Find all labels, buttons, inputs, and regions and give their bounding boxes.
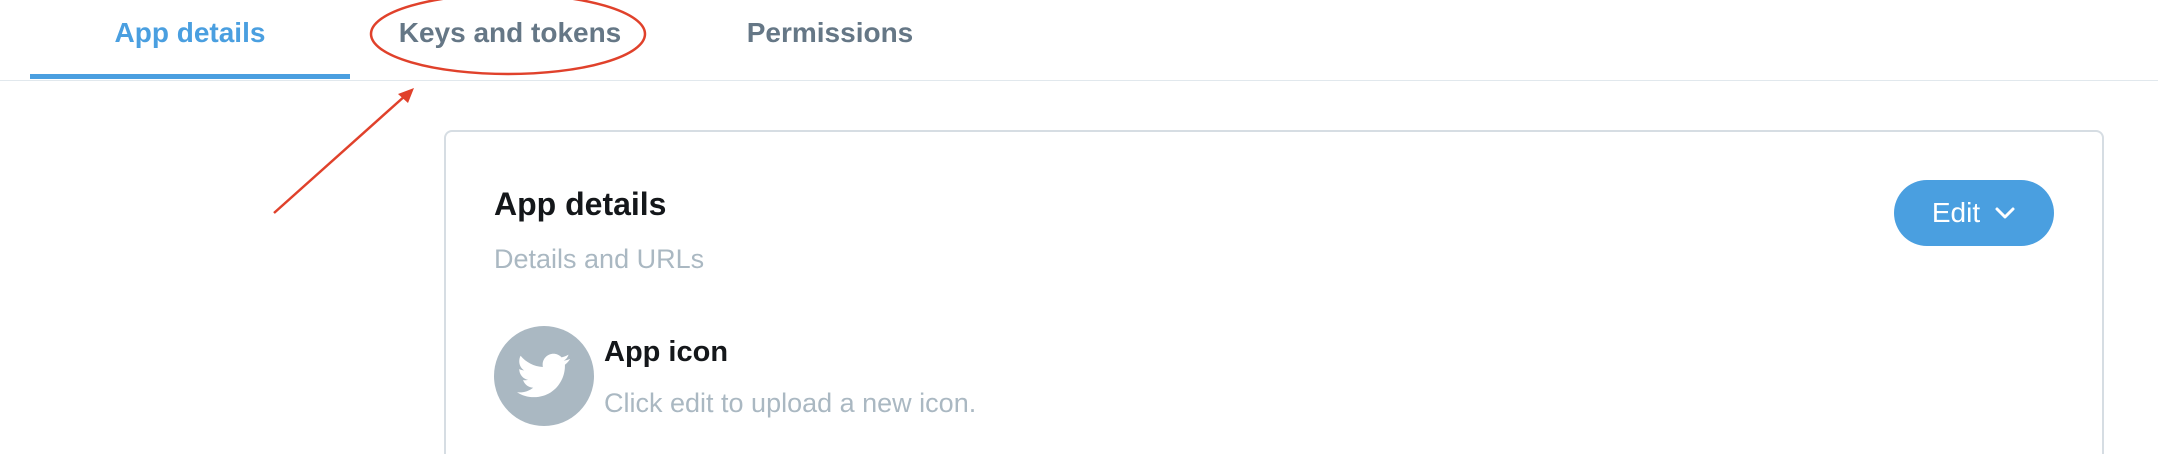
twitter-bird-icon [517,353,571,398]
app-page: App details Keys and tokens Permissions … [0,0,2158,454]
app-icon-avatar [494,326,594,426]
annotation-arrow-head [398,88,414,103]
app-icon-title: App icon [604,336,729,368]
edit-button-label: Edit [1931,197,1981,228]
annotation-arrow-line [273,94,407,214]
tab-app-details[interactable]: App details [30,0,350,80]
tab-permissions[interactable]: Permissions [700,0,960,80]
card-subtitle: Details and URLs [494,244,705,274]
card-title: App details [494,186,667,222]
chevron-down-icon [1995,207,2015,219]
app-details-card: App details Details and URLs Edit App ic… [444,130,2104,454]
active-tab-indicator [30,74,350,79]
tab-keys-and-tokens[interactable]: Keys and tokens [370,0,650,80]
app-icon-description: Click edit to upload a new icon. [604,388,977,418]
tab-bar: App details Keys and tokens Permissions [0,0,2158,81]
edit-button[interactable]: Edit [1894,180,2054,246]
